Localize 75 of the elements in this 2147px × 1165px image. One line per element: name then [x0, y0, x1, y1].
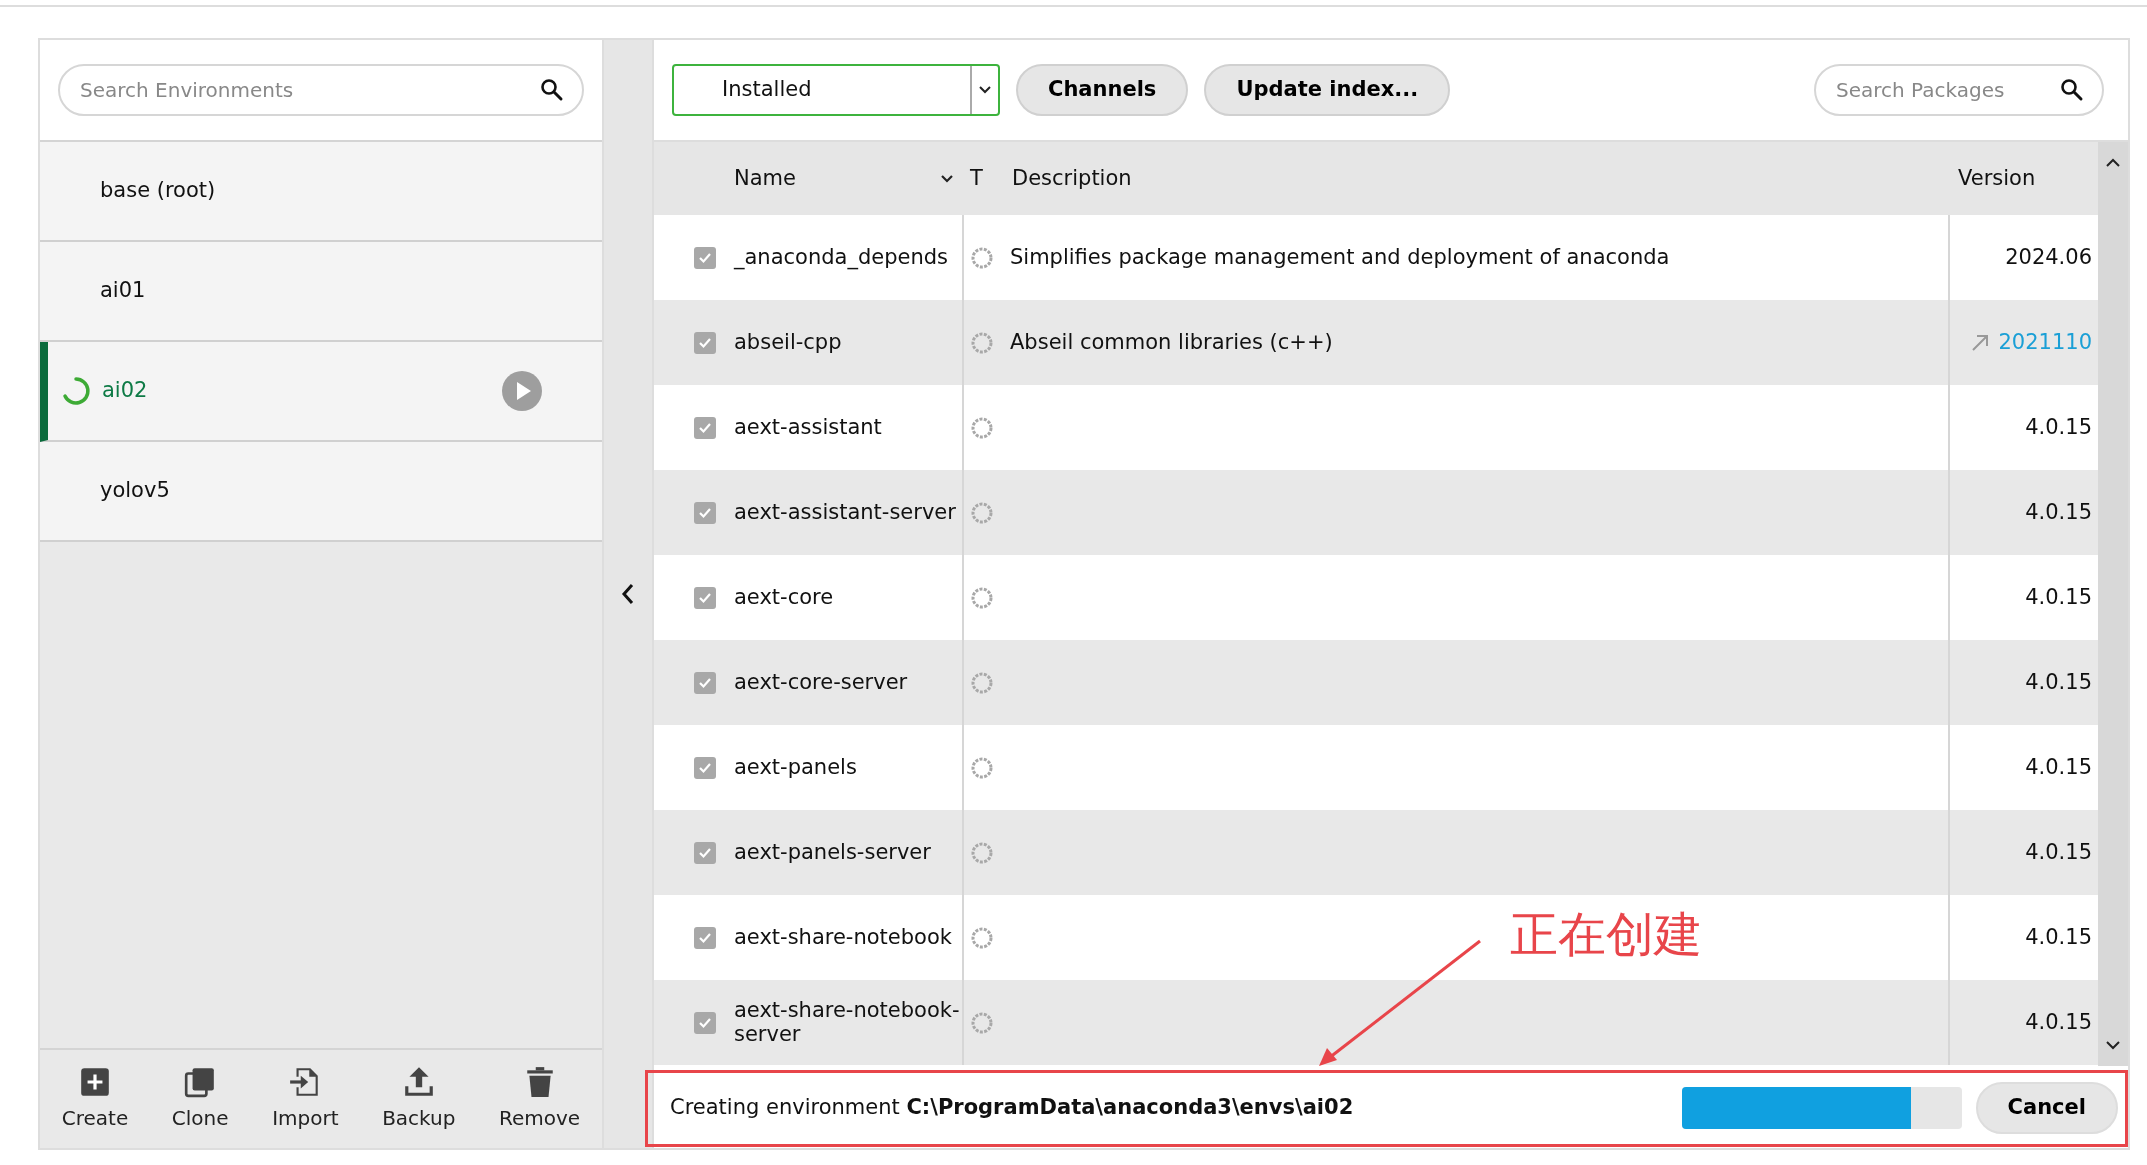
checkbox[interactable]: [694, 501, 716, 524]
environment-name: ai02: [102, 377, 148, 405]
search-field[interactable]: Search Environments: [58, 64, 584, 116]
checkbox[interactable]: [694, 671, 716, 694]
search-field[interactable]: Search Packages: [1814, 64, 2104, 116]
loading-ring-icon: [970, 840, 994, 865]
sort-chevron-icon[interactable]: [939, 173, 954, 184]
loading-ring-icon: [970, 330, 994, 355]
package-name: aext-core: [734, 585, 834, 610]
loading-ring-icon: [970, 415, 994, 440]
loading-ring-icon: [970, 1010, 994, 1035]
environment-name: base (root): [100, 177, 216, 205]
loading-ring-icon: [970, 925, 994, 950]
package-name: aext-share-notebook: [734, 925, 952, 950]
cancel-button[interactable]: Cancel: [1975, 1082, 2118, 1134]
package-version: 4.0.15: [2025, 583, 2092, 611]
checkbox[interactable]: [694, 331, 716, 354]
package-name: aext-assistant: [734, 415, 882, 440]
checkbox[interactable]: [694, 246, 716, 269]
status-message: Creating environment C:\ProgramData\anaconda3\envs\ai02: [670, 1094, 1354, 1122]
checkbox[interactable]: [694, 586, 716, 609]
column-header[interactable]: Version: [1958, 162, 2036, 195]
diagonal-arrow-icon[interactable]: [1970, 332, 1991, 353]
package-version: 4.0.15: [2025, 668, 2092, 696]
environment-item[interactable]: base (root): [40, 142, 602, 242]
search-icon: [540, 78, 564, 102]
remove-button[interactable]: Remove: [495, 1065, 585, 1133]
package-name: _anaconda_depends: [734, 245, 949, 270]
column-header[interactable]: T: [970, 162, 983, 195]
channels-button[interactable]: Channels: [1016, 64, 1189, 116]
environment-item[interactable]: yolov5: [40, 442, 602, 542]
package-version: 4.0.15: [2025, 753, 2092, 781]
column-header[interactable]: Description: [1012, 162, 1132, 195]
package-description: Abseil common libraries (c++): [1010, 328, 1333, 356]
plus-square-icon: [78, 1065, 112, 1099]
package-description: Simplifies package management and deployment of anaconda: [1010, 243, 1670, 271]
package-name: aext-panels-server: [734, 840, 931, 865]
caret-icon: [978, 85, 992, 95]
environment-name: ai01: [100, 277, 146, 305]
filter-dropdown[interactable]: Installed: [672, 64, 1000, 116]
loading-ring-icon: [970, 585, 994, 610]
package-name: aext-assistant-server: [734, 500, 956, 525]
search-icon: [2060, 78, 2084, 102]
checkbox[interactable]: [694, 1011, 716, 1034]
package-version: 4.0.15: [2025, 923, 2092, 951]
loading-ring-icon: [970, 670, 994, 695]
collapse-chevron-icon[interactable]: [620, 582, 636, 606]
checkbox[interactable]: [694, 841, 716, 864]
package-name: abseil-cpp: [734, 330, 842, 355]
package-version: 4.0.15: [2025, 1008, 2092, 1036]
package-version: 4.0.15: [2025, 838, 2092, 866]
backup-button[interactable]: Backup: [378, 1065, 460, 1133]
column-header[interactable]: Name: [734, 162, 796, 195]
environment-item[interactable]: ai01: [40, 242, 602, 342]
update-index-button[interactable]: Update index...: [1204, 64, 1451, 116]
package-name: aext-share-notebook-server: [734, 999, 961, 1046]
package-version: 2024.06: [2005, 243, 2092, 271]
package-version: 4.0.15: [2025, 498, 2092, 526]
import-button[interactable]: Import: [268, 1065, 343, 1133]
package-version: 4.0.15: [2025, 413, 2092, 441]
play-icon[interactable]: [502, 371, 542, 411]
clone-button[interactable]: Clone: [167, 1065, 233, 1133]
checkbox[interactable]: [694, 416, 716, 439]
checkbox[interactable]: [694, 756, 716, 779]
loading-ring-icon: [970, 245, 994, 270]
environment-item[interactable]: ai02: [40, 342, 602, 442]
loading-ring-icon: [970, 500, 994, 525]
checkbox[interactable]: [694, 926, 716, 949]
environment-name: yolov5: [100, 477, 170, 505]
package-name: aext-panels: [734, 755, 857, 780]
create-button[interactable]: Create: [57, 1065, 133, 1133]
annotation-text: 正在创建: [1510, 905, 1702, 964]
package-name: aext-core-server: [734, 670, 908, 695]
search-input[interactable]: Search Packages: [1834, 74, 2060, 106]
loading-ring-icon: [970, 755, 994, 780]
